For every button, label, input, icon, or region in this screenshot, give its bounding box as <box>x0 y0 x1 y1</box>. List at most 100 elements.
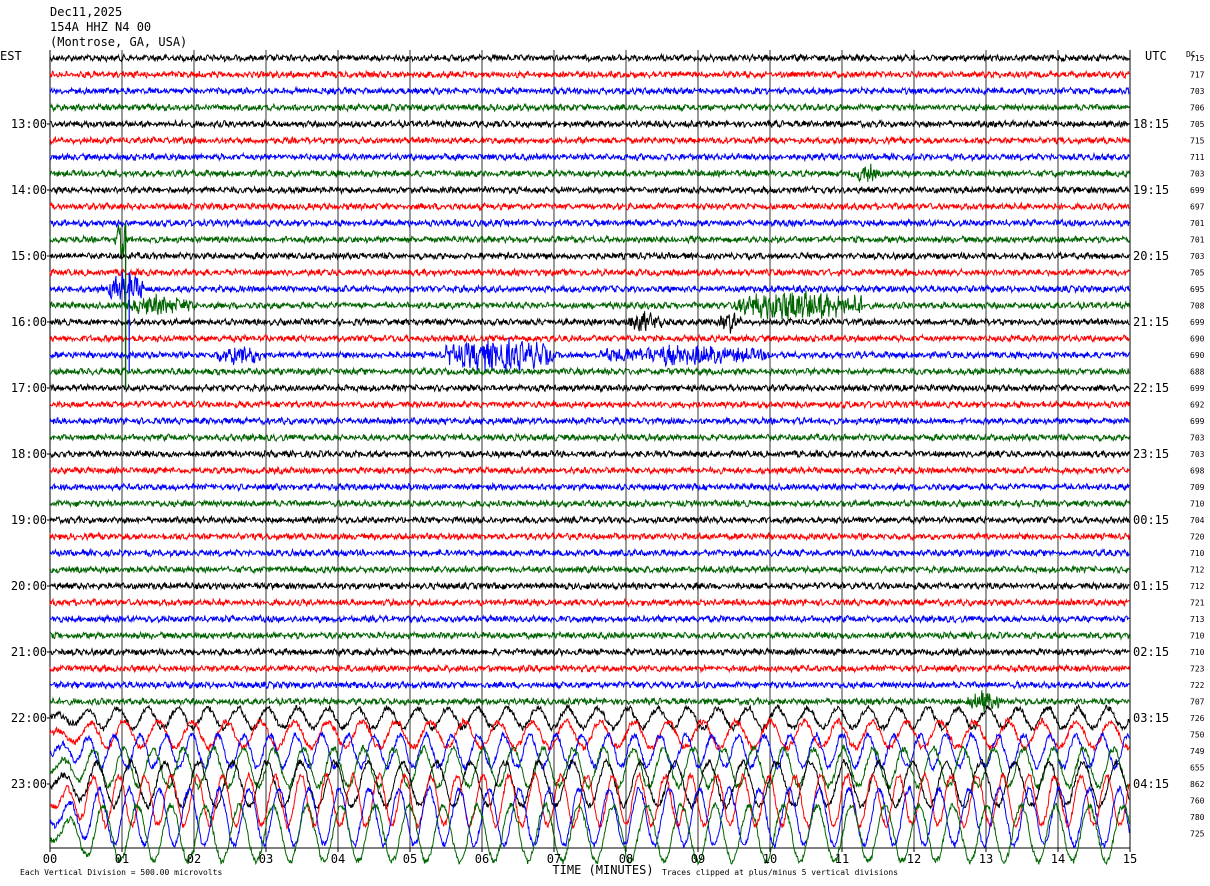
x-tick-label: 12 <box>907 852 921 866</box>
seismic-trace <box>49 271 1130 308</box>
seismic-trace <box>49 102 1130 113</box>
seismic-trace <box>49 703 1130 733</box>
est-label: EST <box>0 49 22 63</box>
dc-offset-label: 703 <box>1190 434 1205 443</box>
dc-offset-label: 699 <box>1190 318 1205 327</box>
seismic-trace <box>49 564 1130 575</box>
seismic-trace <box>49 333 1130 344</box>
y-left-label: 21:00 <box>11 645 47 659</box>
y-right-label: 23:15 <box>1133 447 1169 461</box>
y-left-label: 18:00 <box>11 447 47 461</box>
seismic-trace <box>49 646 1130 658</box>
dc-offset-label: 688 <box>1190 368 1205 377</box>
dc-offset-label: 699 <box>1190 384 1205 393</box>
seismic-trace <box>49 580 1130 591</box>
dc-offset-label: 726 <box>1190 714 1205 723</box>
seismic-trace <box>49 217 1130 229</box>
seismogram-plot: 00 01 02 03 04 05 06 07 08 09 10 11 12 13 14 1513:0014:… <box>0 49 1205 877</box>
dc-offset-label: 713 <box>1190 615 1205 624</box>
seismic-trace <box>49 52 1130 64</box>
seismic-trace <box>49 290 1130 320</box>
y-left-label: 17:00 <box>11 381 47 395</box>
dc-offset-label: 690 <box>1190 335 1205 344</box>
x-tick-label: 15 <box>1123 852 1137 866</box>
x-tick-label: 03 <box>259 852 273 866</box>
dc-offset-label: 703 <box>1190 87 1205 96</box>
dc-offset-label: 690 <box>1190 351 1205 360</box>
dc-offset-label: 760 <box>1190 797 1205 806</box>
y-left-label: 14:00 <box>11 183 47 197</box>
dc-offset-label: 705 <box>1190 120 1205 129</box>
x-tick-label: 01 <box>115 852 129 866</box>
seismic-trace <box>49 547 1130 559</box>
seismic-trace <box>49 663 1130 674</box>
x-tick-label: 02 <box>187 852 201 866</box>
seismic-trace <box>49 250 1130 262</box>
footer-scale-note: Each Vertical Division = 500.00 microvol… <box>20 868 222 877</box>
seismic-trace <box>49 757 1130 811</box>
dc-offset-label: 721 <box>1190 599 1205 608</box>
dc-offset-label: 703 <box>1190 170 1205 179</box>
dc-offset-label: 723 <box>1190 665 1205 674</box>
seismic-trace <box>49 366 1130 377</box>
seismic-trace <box>49 337 1130 373</box>
seismic-trace <box>50 118 1130 130</box>
x-tick-label: 09 <box>691 852 705 866</box>
dc-offset-label: 725 <box>1190 830 1205 839</box>
x-tick-label: 05 <box>403 852 417 866</box>
dc-offset-label: 717 <box>1190 71 1205 80</box>
dc-offset-label: 862 <box>1190 780 1205 789</box>
y-left-label: 16:00 <box>11 315 47 329</box>
dc-offset-label: 710 <box>1190 500 1205 509</box>
dc-offset-label: 706 <box>1190 104 1205 113</box>
footer-clip-note: Traces clipped at plus/minus 5 vertical … <box>662 868 898 877</box>
y-left-label: 23:00 <box>11 777 47 791</box>
y-right-label: 20:15 <box>1133 249 1169 263</box>
dc-offset-label: 711 <box>1190 153 1205 162</box>
seismic-trace <box>49 498 1130 509</box>
dc-offset-label: 703 <box>1190 450 1205 459</box>
y-right-label: 19:15 <box>1133 183 1169 197</box>
seismic-trace <box>49 531 1130 542</box>
y-right-label: 21:15 <box>1133 315 1169 329</box>
seismic-trace <box>49 151 1130 163</box>
y-left-label: 19:00 <box>11 513 47 527</box>
dc-offset-label: 708 <box>1190 302 1205 311</box>
seismic-trace <box>49 224 1130 257</box>
seismic-trace <box>49 85 1130 96</box>
y-left-label: 22:00 <box>11 711 47 725</box>
dc-offset-label: 710 <box>1190 549 1205 558</box>
y-right-label: 01:15 <box>1133 579 1169 593</box>
x-axis-title: TIME (MINUTES) <box>552 863 653 877</box>
dc-offset-label: 701 <box>1190 236 1205 245</box>
dc-offset-label: 704 <box>1190 516 1205 525</box>
seismic-trace <box>49 432 1130 443</box>
x-tick-label: 00 <box>43 852 57 866</box>
dc-offset-label: 701 <box>1190 219 1205 228</box>
y-right-label: 02:15 <box>1133 645 1169 659</box>
dc-offset-label: 722 <box>1190 681 1205 690</box>
y-left-label: 20:00 <box>11 579 47 593</box>
dc-offset-label: 749 <box>1190 747 1205 756</box>
seismic-trace <box>49 69 1130 80</box>
seismic-trace <box>49 690 1130 713</box>
dc-offset-label: 695 <box>1190 285 1205 294</box>
seismic-trace <box>49 267 1130 278</box>
x-tick-label: 04 <box>331 852 345 866</box>
y-right-label: 00:15 <box>1133 513 1169 527</box>
seismic-trace <box>49 630 1130 641</box>
dc-offset-label: 699 <box>1190 417 1205 426</box>
dc-offset-label: 750 <box>1190 731 1205 740</box>
y-left-label: 13:00 <box>11 117 47 131</box>
seismic-trace <box>49 311 1130 334</box>
dc-offset-label: 710 <box>1190 648 1205 657</box>
dc-offset-label: 709 <box>1190 483 1205 492</box>
dc-offset-label: 699 <box>1190 186 1205 195</box>
y-left-label: 15:00 <box>11 249 47 263</box>
seismic-trace <box>49 613 1130 624</box>
dc-offset-label: 703 <box>1190 252 1205 261</box>
x-tick-label: 06 <box>475 852 489 866</box>
y-right-label: 22:15 <box>1133 381 1169 395</box>
seismic-trace <box>49 415 1130 427</box>
seismic-trace <box>49 481 1130 493</box>
